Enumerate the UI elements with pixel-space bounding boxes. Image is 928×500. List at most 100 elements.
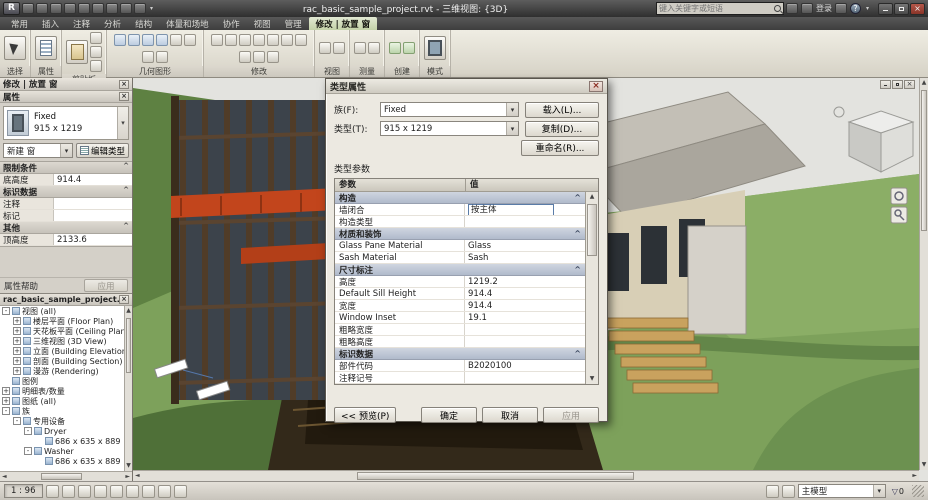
- chevron-down-icon[interactable]: ▾: [872, 485, 885, 497]
- selection-filter-button[interactable]: ▽ 0: [889, 484, 907, 498]
- dialog-close-button[interactable]: ×: [589, 80, 603, 92]
- tree-item[interactable]: - 专用设备: [0, 416, 124, 426]
- cope-icon[interactable]: [156, 50, 168, 63]
- properties-palette-caption[interactable]: 属性 ×: [0, 91, 132, 103]
- section-icon[interactable]: [134, 3, 146, 14]
- dimension-icon[interactable]: [368, 42, 380, 54]
- project-browser-caption[interactable]: rac_basic_sample_project.rvt - ... ×: [0, 294, 132, 306]
- close-button[interactable]: ×: [910, 2, 925, 15]
- sign-in-label[interactable]: 登录: [816, 3, 832, 14]
- scroll-down-icon[interactable]: ▼: [590, 374, 595, 384]
- dialog-apply-button[interactable]: 应用: [543, 407, 599, 423]
- parameter-value-cell[interactable]: 19.1: [465, 312, 585, 323]
- minimize-button[interactable]: [878, 2, 893, 15]
- parameter-value-cell[interactable]: [465, 216, 585, 227]
- view-minimize-button[interactable]: [880, 80, 891, 89]
- rotate-icon[interactable]: [253, 33, 265, 46]
- tree-expander-icon[interactable]: +: [13, 357, 21, 365]
- tree-expander-icon[interactable]: +: [13, 367, 21, 375]
- parameter-value[interactable]: 914.4: [468, 301, 492, 311]
- communication-center-icon[interactable]: [785, 3, 798, 14]
- parameter-value-cell[interactable]: 914.4: [465, 300, 585, 311]
- tree-item[interactable]: - Washer: [0, 446, 124, 456]
- parameter-value-cell[interactable]: 1219.2: [465, 276, 585, 287]
- scroll-right-icon[interactable]: ►: [123, 473, 132, 480]
- restore-button[interactable]: [894, 2, 909, 15]
- apply-button[interactable]: 应用: [84, 279, 128, 292]
- new-element-combo[interactable]: 新建 窗 ▾: [3, 143, 73, 158]
- paint-icon[interactable]: [184, 33, 196, 46]
- viewcube-home-icon[interactable]: [833, 106, 845, 118]
- help-icon[interactable]: ?: [849, 3, 861, 14]
- chevron-down-icon[interactable]: ▾: [506, 103, 518, 116]
- scrollbar-thumb[interactable]: [126, 318, 131, 374]
- hide-elements-icon[interactable]: [319, 42, 331, 54]
- ribbon-tab[interactable]: 分析: [97, 17, 128, 30]
- redo-icon[interactable]: [78, 3, 90, 14]
- ribbon-tab[interactable]: 体量和场地: [159, 17, 216, 30]
- preview-button[interactable]: << 预览(P): [334, 407, 397, 423]
- tree-item[interactable]: - 视图 (all): [0, 306, 124, 316]
- cancel-button[interactable]: 取消: [482, 407, 538, 423]
- create-group-icon[interactable]: [389, 42, 401, 54]
- parameter-value[interactable]: 按主体: [468, 204, 554, 215]
- scrollbar-thumb[interactable]: [921, 90, 927, 232]
- collapse-icon[interactable]: ^: [123, 186, 129, 194]
- trim-icon[interactable]: [295, 33, 307, 46]
- table-vertical-scrollbar[interactable]: ▲ ▼: [585, 192, 598, 384]
- match-type-icon[interactable]: [90, 60, 102, 72]
- type-combo[interactable]: 915 x 1219 ▾: [380, 121, 519, 136]
- edit-type-button[interactable]: 编辑类型: [75, 143, 129, 158]
- tree-expander-icon[interactable]: +: [13, 337, 21, 345]
- ribbon-tab[interactable]: 注释: [66, 17, 97, 30]
- ribbon-tab[interactable]: 管理: [278, 17, 309, 30]
- open-icon[interactable]: [22, 3, 34, 14]
- tree-item[interactable]: 686 x 635 x 889: [0, 436, 124, 446]
- property-value[interactable]: 914.4: [54, 174, 132, 185]
- scroll-up-icon[interactable]: ▲: [126, 306, 131, 316]
- temporary-hide-icon[interactable]: [157, 484, 171, 498]
- measure-tool-icon[interactable]: [354, 42, 366, 54]
- properties-icon[interactable]: [35, 36, 57, 60]
- view-close-button[interactable]: ×: [904, 80, 915, 89]
- delete-icon[interactable]: [267, 50, 279, 63]
- ribbon-tab[interactable]: 协作: [216, 17, 247, 30]
- paste-icon[interactable]: [66, 40, 88, 64]
- search-icon[interactable]: [773, 5, 781, 12]
- family-combo[interactable]: Fixed ▾: [380, 102, 519, 117]
- modify-cursor-icon[interactable]: [4, 36, 26, 60]
- detail-level-icon[interactable]: [45, 484, 59, 498]
- scroll-right-icon[interactable]: ►: [910, 473, 919, 479]
- sync-icon[interactable]: [50, 3, 62, 14]
- property-row[interactable]: 标识数据 ^: [0, 186, 132, 198]
- parameter-value-cell[interactable]: [465, 324, 585, 335]
- tree-item[interactable]: - 族: [0, 406, 124, 416]
- sun-path-icon[interactable]: [77, 484, 91, 498]
- tree-expander-icon[interactable]: -: [2, 407, 10, 415]
- split-face-icon[interactable]: [170, 33, 182, 46]
- design-option-combo[interactable]: 主模型 ▾: [797, 484, 886, 498]
- tree-expander-icon[interactable]: -: [24, 427, 32, 435]
- tree-item[interactable]: - Dryer: [0, 426, 124, 436]
- scroll-down-icon[interactable]: ▼: [126, 461, 131, 471]
- shadows-icon[interactable]: [93, 484, 107, 498]
- property-row[interactable]: 标记 ^: [0, 210, 132, 222]
- ribbon-tab[interactable]: 常用: [4, 17, 35, 30]
- parameter-row[interactable]: 高度 1219.2 ^: [335, 276, 585, 288]
- collapse-icon[interactable]: ^: [574, 193, 581, 202]
- chevron-down-icon[interactable]: ▾: [506, 122, 518, 135]
- tree-expander-icon[interactable]: +: [2, 397, 10, 405]
- worksets-icon[interactable]: [765, 484, 779, 498]
- scroll-up-icon[interactable]: ▲: [590, 192, 595, 202]
- parameter-value[interactable]: 914.4: [468, 289, 492, 299]
- canvas-horizontal-scrollbar[interactable]: ◄ ►: [133, 470, 919, 481]
- tree-expander-icon[interactable]: +: [13, 347, 21, 355]
- application-menu-button[interactable]: R: [3, 2, 20, 15]
- parameter-value[interactable]: Sash: [468, 253, 488, 263]
- scroll-left-icon[interactable]: ◄: [0, 473, 9, 480]
- parameter-row[interactable]: 墙闭合 按主体 ^: [335, 204, 585, 216]
- view-scale-button[interactable]: 1 : 96: [4, 484, 43, 498]
- tree-item[interactable]: 图例: [0, 376, 124, 386]
- resize-grip[interactable]: [912, 485, 924, 497]
- load-family-icon[interactable]: [424, 36, 446, 60]
